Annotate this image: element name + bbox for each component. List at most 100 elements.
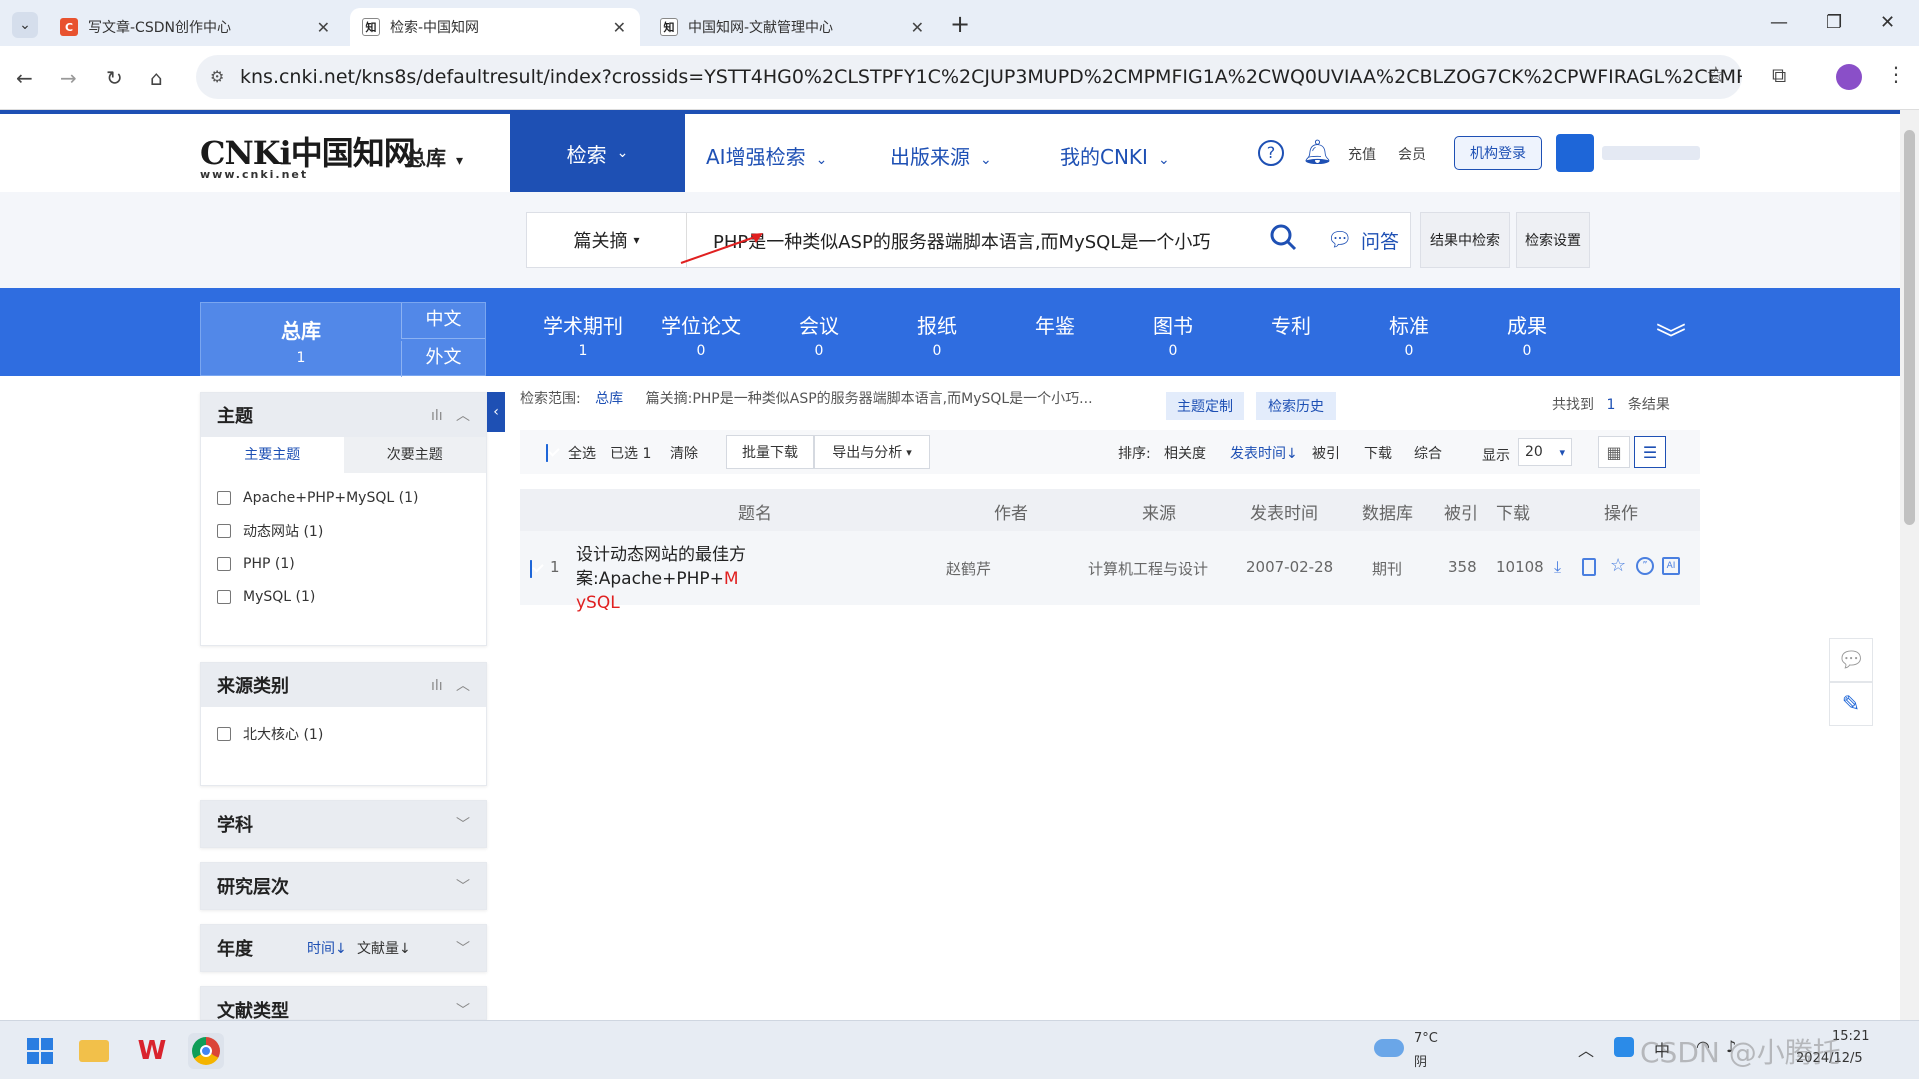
feedback-chat-icon[interactable]: 💬︎ <box>1829 638 1873 682</box>
batch-download-button[interactable]: 批量下载 <box>726 435 814 469</box>
search-query-input[interactable]: PHP是一种类似ASP的服务器端脚本语言,而MySQL是一个小巧 <box>713 228 1210 254</box>
checkbox[interactable] <box>217 726 231 741</box>
panel-header[interactable]: 主题 ılı ︿ <box>201 393 486 437</box>
nav-publication-source[interactable]: 出版来源 ⌄ <box>890 141 992 170</box>
favorite-star-icon[interactable]: ☆ <box>1610 555 1626 576</box>
weather-cloud-icon[interactable] <box>1374 1039 1404 1057</box>
nav-ai-search[interactable]: AI增强检索 ⌄ <box>706 141 827 170</box>
result-cited-count[interactable]: 358 <box>1448 558 1477 576</box>
result-author-link[interactable]: 赵鹤芹 <box>946 558 991 579</box>
browser-tab-cnki-search[interactable]: 知 检索-中国知网 ✕ <box>350 8 640 46</box>
panel-header[interactable]: 研究层次 ﹀ <box>201 863 486 909</box>
extensions-icon[interactable]: ⧉ <box>1772 63 1786 87</box>
sort-publish-date[interactable]: 发表时间↓ <box>1230 443 1298 463</box>
browser-menu-icon[interactable]: ⋮ <box>1886 62 1906 86</box>
sort-download[interactable]: 下载 <box>1364 443 1392 463</box>
chinese-filter[interactable]: 中文 <box>401 303 485 339</box>
export-analysis-dropdown[interactable]: 导出与分析 ▾ <box>814 435 930 469</box>
topic-filter-item[interactable]: PHP (1) <box>201 547 486 580</box>
windows-start-icon[interactable] <box>22 1033 58 1069</box>
category-yearbook[interactable]: 年鉴 <box>996 310 1114 343</box>
sort-by-time-link[interactable]: 时间↓ <box>307 938 347 958</box>
select-all-label[interactable]: 全选 <box>568 443 596 463</box>
ai-assist-icon[interactable]: AI <box>1662 557 1680 575</box>
search-history-button[interactable]: 检索历史 <box>1256 392 1336 420</box>
checkbox[interactable] <box>217 556 231 571</box>
db-select-dropdown[interactable]: 总库 ▾ <box>406 142 463 171</box>
filter-panel-year[interactable]: 年度 时间↓ 文献量↓ ﹀ <box>200 924 487 972</box>
chevron-down-icon[interactable]: ﹀ <box>456 938 470 958</box>
new-tab-plus-icon[interactable]: + <box>950 10 970 38</box>
tab-list-chevron-icon[interactable]: ⌄ <box>12 12 38 38</box>
window-close-icon[interactable]: ✕ <box>1880 12 1895 33</box>
clear-selection-link[interactable]: 清除 <box>670 443 698 463</box>
tab-main-topic[interactable]: 主要主题 <box>201 437 344 473</box>
back-arrow-icon[interactable]: ← <box>16 66 33 90</box>
institution-login-button[interactable]: 机构登录 <box>1454 136 1542 170</box>
search-in-results-button[interactable]: 结果中检索 <box>1420 212 1510 268</box>
chevron-down-icon[interactable]: ﹀ <box>456 876 470 896</box>
chart-collapse-icons[interactable]: ılı ︿ <box>431 405 470 425</box>
chrome-icon[interactable] <box>188 1033 224 1069</box>
sort-by-count-link[interactable]: 文献量↓ <box>357 938 411 958</box>
wps-office-icon[interactable]: W <box>134 1033 170 1069</box>
filter-panel-research-level[interactable]: 研究层次 ﹀ <box>200 862 487 910</box>
category-standard[interactable]: 标准 0 <box>1350 310 1468 359</box>
expand-categories-chevron-icon[interactable]: ︾ <box>1656 314 1686 358</box>
sort-cited[interactable]: 被引 <box>1312 443 1340 463</box>
tray-app-icon[interactable] <box>1614 1037 1634 1057</box>
chevron-down-icon[interactable]: ﹀ <box>456 1000 470 1019</box>
bell-icon[interactable]: 🔔︎ <box>1302 138 1332 166</box>
filter-panel-subject[interactable]: 学科 ﹀ <box>200 800 487 848</box>
url-field[interactable]: ⚙ kns.cnki.net/kns8s/defaultresult/index… <box>196 55 1742 99</box>
close-icon[interactable]: ✕ <box>317 18 330 37</box>
list-view-icon[interactable]: ☰ <box>1634 436 1666 468</box>
panel-header[interactable]: 来源类别 ılı ︿ <box>201 663 486 707</box>
panel-header[interactable]: 学科 ﹀ <box>201 801 486 847</box>
checkbox[interactable] <box>217 589 231 604</box>
chevron-down-icon[interactable]: ﹀ <box>456 814 470 834</box>
all-db-tab[interactable]: 总库 1 <box>201 303 401 377</box>
panel-header[interactable]: 年度 时间↓ 文献量↓ ﹀ <box>201 925 486 971</box>
cnki-logo[interactable]: CNKi中国知网 www.cnki.net <box>200 128 416 181</box>
checkbox[interactable] <box>217 490 231 505</box>
category-thesis[interactable]: 学位论文 0 <box>642 310 760 359</box>
select-all-checkbox[interactable] <box>546 444 548 462</box>
topic-filter-item[interactable]: Apache+PHP+MySQL (1) <box>201 481 486 514</box>
profile-avatar[interactable] <box>1836 64 1862 90</box>
topic-filter-item[interactable]: 动态网站 (1) <box>201 514 486 547</box>
restore-icon[interactable]: ❐ <box>1826 12 1842 33</box>
tab-secondary-topic[interactable]: 次要主题 <box>343 437 486 473</box>
result-source-link[interactable]: 计算机工程与设计 <box>1088 558 1208 579</box>
scrollbar-thumb[interactable] <box>1904 130 1915 525</box>
site-info-icon[interactable]: ⚙ <box>210 67 224 86</box>
sort-overall[interactable]: 综合 <box>1414 443 1442 463</box>
page-scrollbar[interactable] <box>1900 110 1919 1020</box>
close-icon[interactable]: ✕ <box>613 18 626 37</box>
help-icon[interactable]: ? <box>1258 140 1284 166</box>
search-icon[interactable] <box>1269 223 1297 251</box>
sort-relevance[interactable]: 相关度 <box>1164 443 1206 463</box>
reload-icon[interactable]: ↻ <box>106 66 123 90</box>
chart-collapse-icons[interactable]: ılı ︿ <box>431 675 470 695</box>
category-book[interactable]: 图书 0 <box>1114 310 1232 359</box>
sidebar-collapse-toggle[interactable]: ‹ <box>487 392 505 432</box>
source-filter-item[interactable]: 北大核心 (1) <box>201 717 486 750</box>
search-field-dropdown[interactable]: 篇关摘 ▾ <box>527 213 687 267</box>
minimize-icon[interactable]: — <box>1770 12 1788 33</box>
home-icon[interactable]: ⌂ <box>150 66 163 90</box>
checkbox[interactable] <box>217 523 231 538</box>
browser-tab-cnki-docs[interactable]: 知 中国知网-文献管理中心 ✕ <box>648 8 938 46</box>
html-read-icon[interactable] <box>1582 558 1596 576</box>
topic-filter-item[interactable]: MySQL (1) <box>201 580 486 613</box>
forward-arrow-icon[interactable]: → <box>60 66 77 90</box>
edit-pencil-icon[interactable]: ✎ <box>1829 682 1873 726</box>
page-size-select[interactable]: 20 ▾ <box>1518 438 1572 466</box>
user-avatar[interactable] <box>1556 134 1594 172</box>
member-link[interactable]: 会员 <box>1398 144 1426 164</box>
nav-search[interactable]: 检索 ⌄ <box>510 114 685 192</box>
recharge-link[interactable]: 充值 <box>1348 144 1376 164</box>
qa-button[interactable]: 问答 <box>1361 227 1399 254</box>
panel-header[interactable]: 文献类型 ﹀ <box>201 987 486 1019</box>
tray-expand-icon[interactable]: ︿ <box>1578 1037 1594 1061</box>
